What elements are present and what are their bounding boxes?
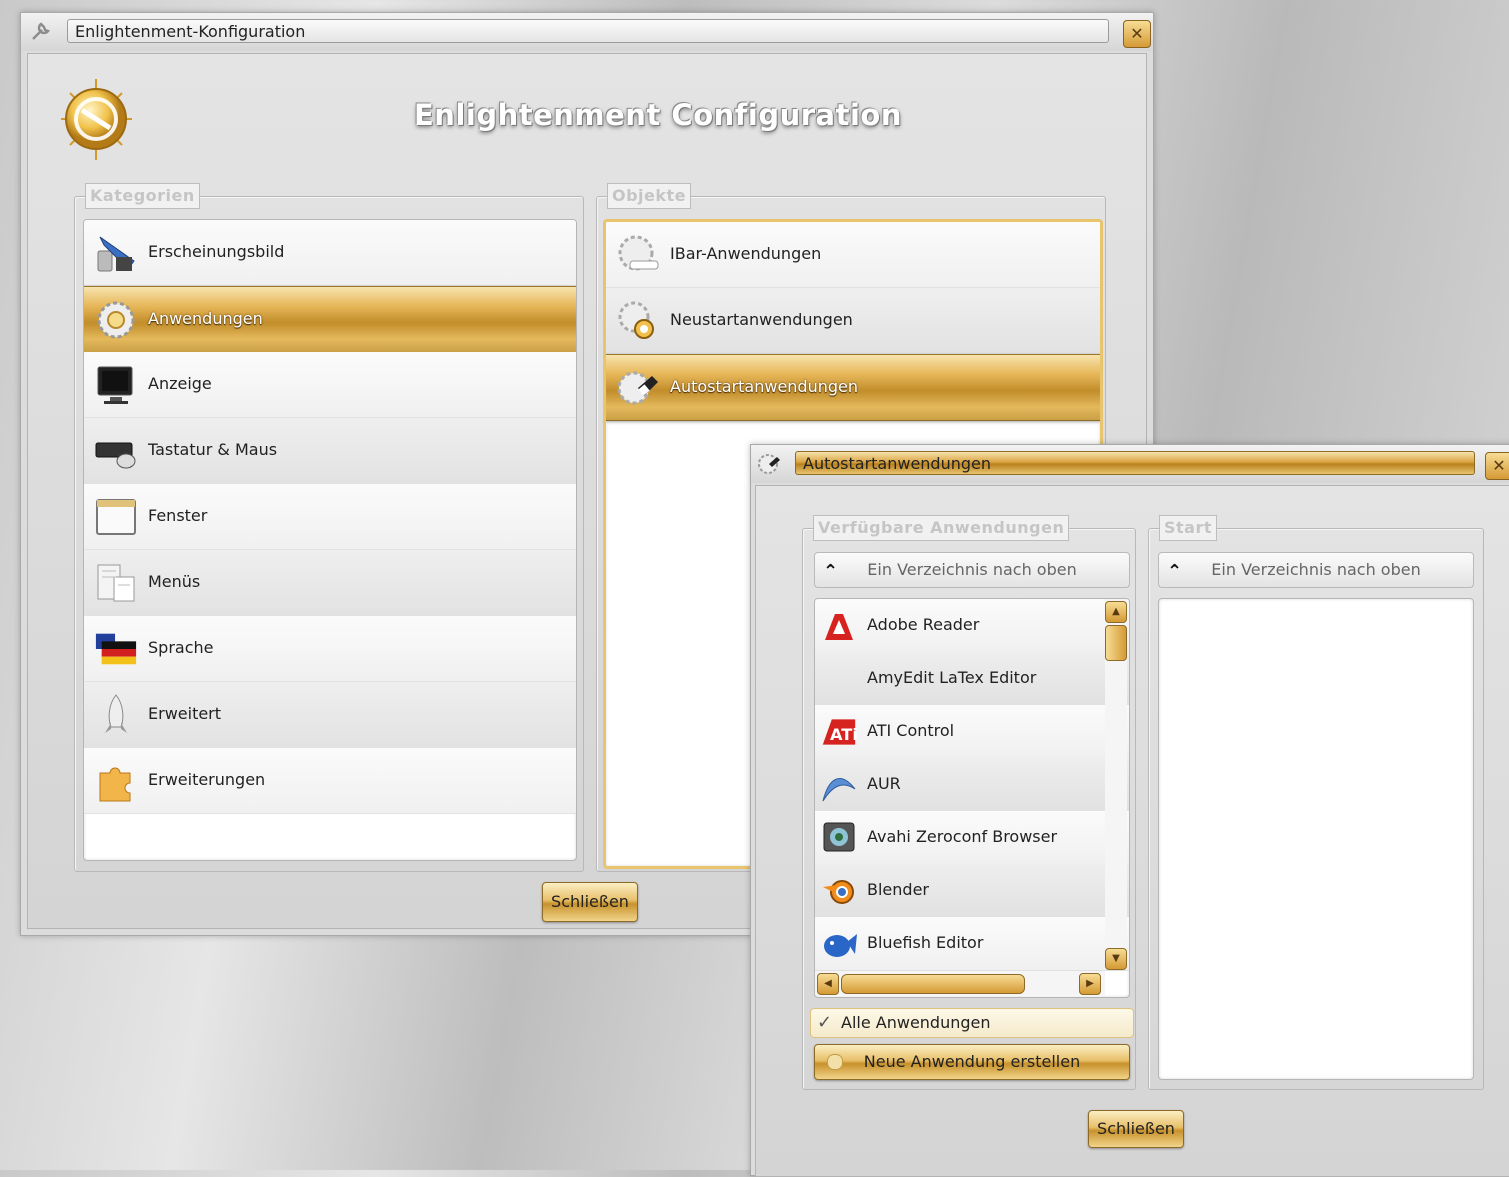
keyboard-mouse-icon bbox=[94, 430, 138, 472]
wrench-icon[interactable] bbox=[29, 20, 53, 44]
main-close-button[interactable]: Schließen bbox=[542, 882, 638, 922]
apps-vertical-scrollbar[interactable]: ▲ ▼ bbox=[1105, 599, 1127, 970]
main-window-title: Enlightenment-Konfiguration bbox=[67, 19, 1109, 43]
app-label: AmyEdit LaTex Editor bbox=[867, 668, 1037, 687]
rocket-icon bbox=[94, 694, 138, 736]
up-dir-label: Ein Verzeichnis nach oben bbox=[1211, 560, 1421, 579]
category-label: Anzeige bbox=[148, 374, 212, 393]
category-label: Erweiterungen bbox=[148, 770, 266, 789]
autostart-icon bbox=[616, 367, 660, 409]
category-item-erscheinungsbild[interactable]: Erscheinungsbild bbox=[84, 220, 576, 286]
menu-icon bbox=[94, 562, 138, 604]
category-label: Erscheinungsbild bbox=[148, 242, 285, 261]
categories-legend: Kategorien bbox=[85, 183, 200, 209]
autostart-window-title: Autostartanwendungen bbox=[795, 451, 1475, 475]
new-app-label: Neue Anwendung erstellen bbox=[863, 1052, 1081, 1071]
app-label: ATI Control bbox=[867, 721, 955, 740]
adobe-reader-icon bbox=[821, 608, 857, 644]
applications-icon bbox=[94, 299, 138, 341]
app-label: Adobe Reader bbox=[867, 615, 980, 634]
arch-icon bbox=[821, 767, 857, 803]
categories-list: Erscheinungsbild Anwendungen Anzeige Tas… bbox=[83, 219, 577, 861]
up-arrow-icon: ⌃ bbox=[823, 561, 839, 582]
app-item-amyedit[interactable]: AmyEdit LaTex Editor bbox=[815, 652, 1129, 706]
category-label: Fenster bbox=[148, 506, 208, 525]
app-item-aur[interactable]: AUR bbox=[815, 758, 1129, 812]
app-label: Avahi Zeroconf Browser bbox=[867, 827, 1058, 846]
category-item-anzeige[interactable]: Anzeige bbox=[84, 352, 576, 418]
appearance-icon bbox=[94, 232, 138, 274]
autostart-close-icon[interactable]: ✕ bbox=[1485, 452, 1509, 480]
app-label: AUR bbox=[867, 774, 901, 793]
ibar-icon bbox=[616, 234, 660, 276]
category-label: Tastatur & Maus bbox=[148, 440, 278, 459]
check-icon: ✓ bbox=[817, 1012, 833, 1033]
start-apps-list[interactable] bbox=[1158, 598, 1474, 1080]
autostart-window-icon[interactable] bbox=[757, 452, 781, 476]
flag-icon bbox=[94, 628, 138, 670]
start-legend: Start bbox=[1159, 515, 1218, 541]
available-up-dir-button[interactable]: ⌃ Ein Verzeichnis nach oben bbox=[814, 552, 1130, 588]
category-item-sprache[interactable]: Sprache bbox=[84, 616, 576, 682]
objects-legend: Objekte bbox=[607, 183, 692, 209]
available-apps-list: Adobe Reader AmyEdit LaTex Editor ATi AT… bbox=[814, 598, 1130, 998]
main-close-icon[interactable]: ✕ bbox=[1123, 20, 1151, 48]
up-arrow-icon: ⌃ bbox=[1167, 561, 1183, 582]
autostart-window: Autostartanwendungen ✕ Verfügbare Anwend… bbox=[750, 444, 1509, 1177]
app-item-ati-control[interactable]: ATi ATI Control bbox=[815, 705, 1129, 759]
app-item-adobe-reader[interactable]: Adobe Reader bbox=[815, 599, 1129, 653]
app-item-avahi[interactable]: Avahi Zeroconf Browser bbox=[815, 811, 1129, 865]
scroll-right-icon[interactable]: ▶ bbox=[1079, 973, 1101, 995]
start-up-dir-button[interactable]: ⌃ Ein Verzeichnis nach oben bbox=[1158, 552, 1474, 588]
bluefish-icon bbox=[821, 926, 857, 962]
hscroll-thumb[interactable] bbox=[841, 974, 1025, 994]
page-title: Enlightenment Configuration bbox=[414, 98, 902, 132]
category-item-erweiterungen[interactable]: Erweiterungen bbox=[84, 748, 576, 814]
monitor-icon bbox=[94, 364, 138, 406]
autostart-titlebar[interactable]: Autostartanwendungen ✕ bbox=[751, 445, 1509, 483]
scroll-up-icon[interactable]: ▲ bbox=[1105, 601, 1127, 623]
object-label: Autostartanwendungen bbox=[670, 377, 859, 396]
enlightenment-logo-icon bbox=[56, 74, 136, 164]
app-label: Bluefish Editor bbox=[867, 933, 984, 952]
restart-icon bbox=[616, 300, 660, 342]
puzzle-icon bbox=[94, 760, 138, 802]
category-label: Menüs bbox=[148, 572, 201, 591]
scroll-down-icon[interactable]: ▼ bbox=[1105, 948, 1127, 970]
object-label: IBar-Anwendungen bbox=[670, 244, 822, 263]
category-item-menues[interactable]: Menüs bbox=[84, 550, 576, 616]
ati-icon: ATi bbox=[821, 714, 857, 750]
scroll-left-icon[interactable]: ◀ bbox=[817, 973, 839, 995]
app-item-bluefish[interactable]: Bluefish Editor bbox=[815, 917, 1129, 971]
category-label: Erweitert bbox=[148, 704, 222, 723]
category-item-fenster[interactable]: Fenster bbox=[84, 484, 576, 550]
avahi-icon bbox=[821, 820, 857, 856]
up-dir-label: Ein Verzeichnis nach oben bbox=[867, 560, 1077, 579]
autostart-body: Verfügbare Anwendungen ⌃ Ein Verzeichnis… bbox=[755, 485, 1509, 1177]
all-apps-checkbox[interactable]: ✓ Alle Anwendungen bbox=[810, 1008, 1134, 1038]
category-item-tastatur-maus[interactable]: Tastatur & Maus bbox=[84, 418, 576, 484]
category-label: Anwendungen bbox=[148, 309, 263, 328]
new-app-icon bbox=[827, 1054, 843, 1070]
all-apps-label: Alle Anwendungen bbox=[841, 1013, 991, 1032]
svg-text:ATi: ATi bbox=[830, 725, 857, 744]
category-label: Sprache bbox=[148, 638, 214, 657]
autostart-close-button[interactable]: Schließen bbox=[1088, 1110, 1184, 1148]
window-icon bbox=[94, 496, 138, 538]
object-item-autostart[interactable]: Autostartanwendungen bbox=[606, 354, 1100, 421]
object-label: Neustartanwendungen bbox=[670, 310, 853, 329]
apps-horizontal-scrollbar[interactable]: ◀ ▶ bbox=[815, 971, 1105, 995]
object-item-neustart[interactable]: Neustartanwendungen bbox=[606, 288, 1100, 354]
main-titlebar[interactable]: Enlightenment-Konfiguration ✕ bbox=[21, 13, 1153, 51]
category-item-anwendungen[interactable]: Anwendungen bbox=[84, 286, 576, 353]
available-apps-legend: Verfügbare Anwendungen bbox=[813, 515, 1070, 541]
category-item-erweitert[interactable]: Erweitert bbox=[84, 682, 576, 748]
app-label: Blender bbox=[867, 880, 929, 899]
blender-icon bbox=[821, 873, 857, 909]
app-item-blender[interactable]: Blender bbox=[815, 864, 1129, 918]
new-app-button[interactable]: Neue Anwendung erstellen bbox=[814, 1044, 1130, 1080]
object-item-ibar[interactable]: IBar-Anwendungen bbox=[606, 222, 1100, 288]
scroll-thumb[interactable] bbox=[1105, 625, 1127, 661]
